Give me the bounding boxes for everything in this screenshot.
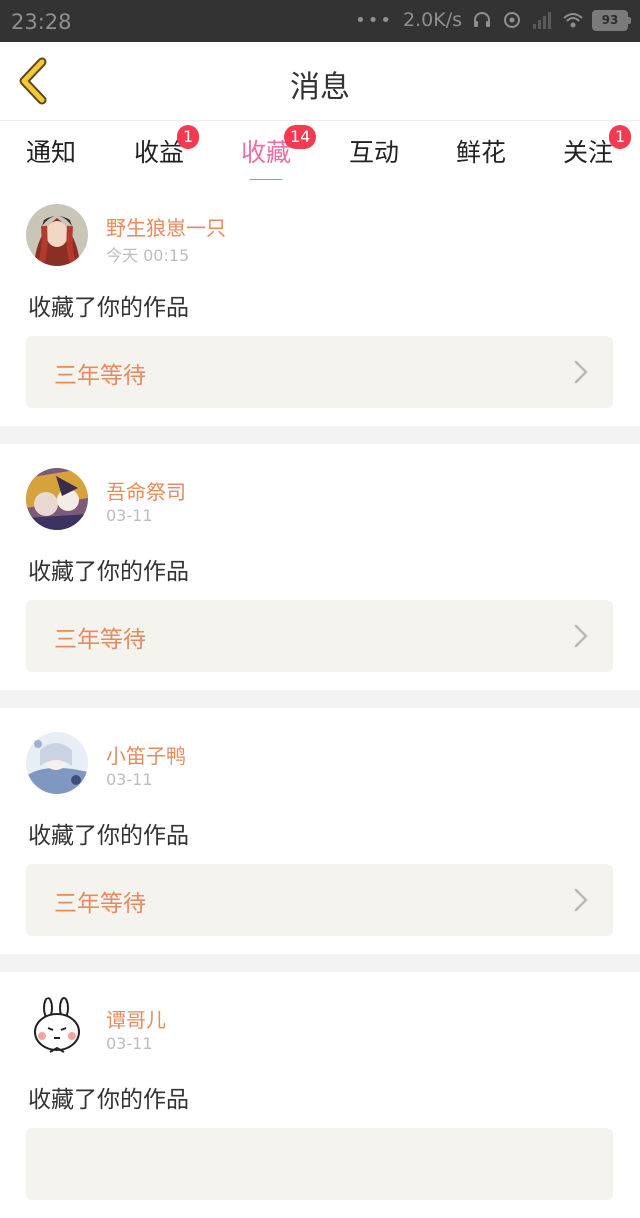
timestamp: 03-11 <box>106 1034 153 1053</box>
status-right: ••• 2.0K/s 93 <box>355 9 631 31</box>
status-bar: 23:28 ••• 2.0K/s 93 <box>0 0 640 42</box>
action-text: 收藏了你的作品 <box>28 559 189 585</box>
message-list: 野生狼崽一只 今天 00:15 收藏了你的作品 三年等待 吾命祭司 03-11 … <box>0 180 640 1218</box>
tab-earnings[interactable]: 收益 1 <box>134 125 200 169</box>
message-card: 吾命祭司 03-11 收藏了你的作品 三年等待 <box>0 444 640 690</box>
username[interactable]: 野生狼崽一只 <box>106 212 226 241</box>
divider <box>0 690 640 708</box>
chevron-right-icon <box>574 624 588 648</box>
chevron-right-icon <box>574 888 588 912</box>
timestamp: 03-11 <box>106 506 153 525</box>
tab-label: 互动 <box>349 138 400 167</box>
work-link[interactable] <box>26 1128 613 1200</box>
unread-badge: 1 <box>177 125 200 149</box>
work-title: 三年等待 <box>54 627 146 653</box>
username[interactable]: 谭哥儿 <box>106 1004 166 1033</box>
wifi-icon <box>562 10 583 30</box>
page-title: 消息 <box>290 70 350 105</box>
work-title: 三年等待 <box>54 891 146 917</box>
network-speed: 2.0K/s <box>403 9 462 31</box>
avatar[interactable] <box>26 204 88 266</box>
tab-interactions[interactable]: 互动 <box>349 133 399 169</box>
work-link[interactable]: 三年等待 <box>26 600 613 672</box>
header: 消息 <box>0 42 640 120</box>
username[interactable]: 小笛子鸭 <box>106 740 186 769</box>
unread-badge: 14 <box>284 125 317 149</box>
tab-label: 收益 <box>134 138 185 167</box>
work-link[interactable]: 三年等待 <box>26 336 613 408</box>
unread-badge: 1 <box>609 125 632 149</box>
headphones-icon <box>472 10 492 30</box>
tab-notifications[interactable]: 通知 <box>26 133 76 169</box>
tab-follow[interactable]: 关注 1 <box>563 125 632 169</box>
signal-icon <box>532 10 552 30</box>
message-card: 野生狼崽一只 今天 00:15 收藏了你的作品 三年等待 <box>0 180 640 426</box>
avatar[interactable] <box>26 732 88 794</box>
work-title: 三年等待 <box>54 363 146 389</box>
tab-bar: 通知 收益 1 收藏 14 互动 鲜花 关注 1 <box>0 120 640 183</box>
status-dots: ••• <box>355 9 394 31</box>
message-card: 谭哥儿 03-11 收藏了你的作品 <box>0 972 640 1218</box>
status-time: 23:28 <box>11 10 72 34</box>
timestamp: 03-11 <box>106 770 153 789</box>
tab-flowers[interactable]: 鲜花 <box>456 133 506 169</box>
divider <box>0 954 640 972</box>
tab-favorites[interactable]: 收藏 14 <box>241 125 317 183</box>
username[interactable]: 吾命祭司 <box>106 476 186 505</box>
action-text: 收藏了你的作品 <box>28 823 189 849</box>
action-text: 收藏了你的作品 <box>28 1087 189 1113</box>
tab-label: 关注 <box>563 138 614 167</box>
battery-icon: 93 <box>592 9 631 31</box>
divider <box>0 426 640 444</box>
chevron-right-icon <box>574 360 588 384</box>
tab-label: 通知 <box>26 138 77 167</box>
message-card: 小笛子鸭 03-11 收藏了你的作品 三年等待 <box>0 708 640 954</box>
timestamp: 今天 00:15 <box>106 246 190 265</box>
avatar[interactable] <box>26 468 88 530</box>
avatar[interactable] <box>26 996 88 1058</box>
tab-label: 收藏 <box>241 138 292 167</box>
action-text: 收藏了你的作品 <box>28 295 189 321</box>
work-link[interactable]: 三年等待 <box>26 864 613 936</box>
tab-label: 鲜花 <box>456 138 507 167</box>
hotspot-icon <box>502 10 522 30</box>
